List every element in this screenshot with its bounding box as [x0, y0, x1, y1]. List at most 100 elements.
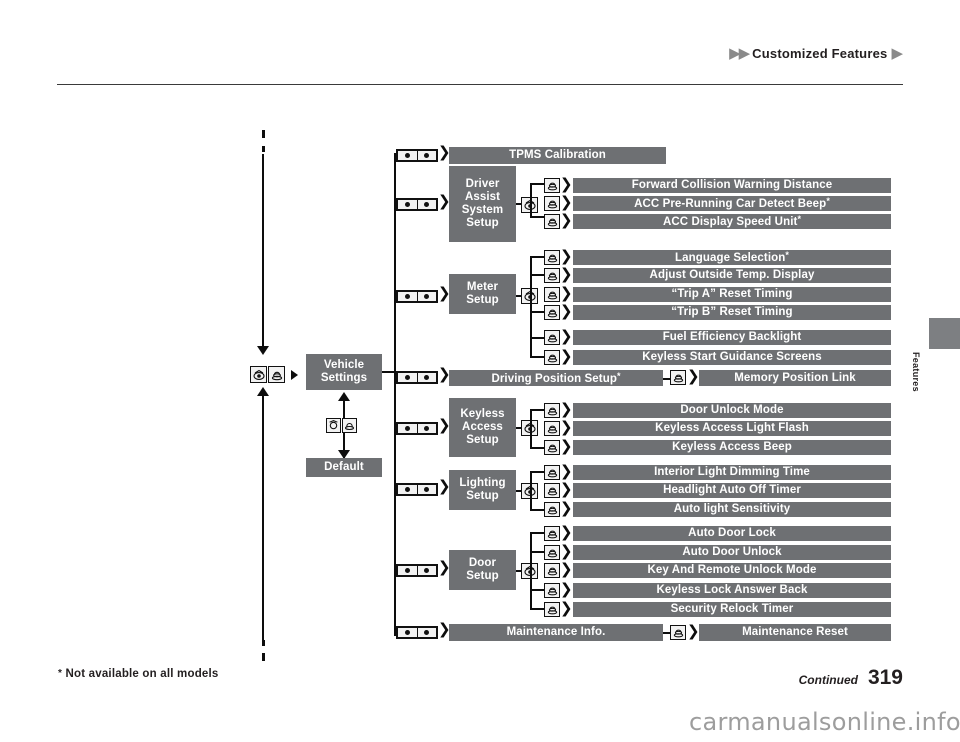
node-driver-assist-line2: Assist: [464, 191, 501, 204]
node-default[interactable]: Default: [306, 458, 382, 477]
chevron-right-icon-dr4: ❯: [560, 580, 573, 598]
enter-button-icon-ka2[interactable]: [544, 421, 560, 436]
spine-dash-top: [262, 130, 265, 138]
node-forward-collision-warning-distance[interactable]: Forward Collision Warning Distance: [573, 178, 891, 193]
chevron-right-icon-da2: ❯: [560, 193, 573, 211]
node-auto-door-unlock[interactable]: Auto Door Unlock: [573, 545, 891, 560]
dr-bracket-vline: [530, 532, 532, 610]
spine-dash-top2: [262, 146, 265, 152]
default-control-icons[interactable]: [326, 418, 357, 433]
enter-button-icon-dr1[interactable]: [544, 526, 560, 541]
rocker-selector-icon-door[interactable]: [396, 564, 438, 577]
chevron-right-icon-m2: ❯: [560, 265, 573, 283]
node-tpms-calibration[interactable]: TPMS Calibration: [449, 147, 666, 164]
dial-knob-icon[interactable]: [250, 366, 267, 383]
label-forward-collision-warning-distance: Forward Collision Warning Distance: [631, 179, 833, 192]
enter-button-icon-dr3[interactable]: [544, 563, 560, 578]
enter-button-icon-m5[interactable]: [544, 330, 560, 345]
node-lighting-setup-line1: Lighting: [459, 477, 506, 490]
node-keyless-start-guidance-screens[interactable]: Keyless Start Guidance Screens: [573, 350, 891, 365]
label-adjust-outside-temp-display: Adjust Outside Temp. Display: [649, 269, 815, 282]
dr-bracket-h4: [530, 589, 544, 591]
manual-page: ▶▶ Customized Features ▶ Features Vehicl…: [0, 0, 960, 742]
rocker-selector-icon-maintenance[interactable]: [396, 626, 438, 639]
enter-button-icon-mi1[interactable]: [670, 625, 686, 640]
node-language-selection[interactable]: Language Selection*: [573, 250, 891, 265]
label-maintenance-reset: Maintenance Reset: [742, 626, 848, 639]
label-memory-position-link: Memory Position Link: [734, 371, 856, 384]
node-auto-door-lock[interactable]: Auto Door Lock: [573, 526, 891, 541]
node-trip-b-reset-timing[interactable]: “Trip B” Reset Timing: [573, 305, 891, 320]
node-maintenance-info[interactable]: Maintenance Info.: [449, 624, 663, 641]
rocker-selector-icon-lighting[interactable]: [396, 483, 438, 496]
node-keyless-access-setup[interactable]: Keyless Access Setup: [449, 398, 516, 457]
continued-label: Continued: [798, 673, 858, 687]
enter-button-icon-lt1[interactable]: [544, 465, 560, 480]
node-acc-pre-running-car-detect-beep[interactable]: ACC Pre-Running Car Detect Beep*: [573, 196, 891, 211]
label-fuel-efficiency-backlight: Fuel Efficiency Backlight: [662, 331, 802, 344]
enter-button-icon-m3[interactable]: [544, 287, 560, 302]
enter-button-icon-da2[interactable]: [544, 196, 560, 211]
root-control-icons[interactable]: [250, 366, 285, 383]
node-keyless-lock-answer-back[interactable]: Keyless Lock Answer Back: [573, 583, 891, 598]
label-auto-door-lock: Auto Door Lock: [688, 527, 776, 540]
enter-button-icon-da3[interactable]: [544, 214, 560, 229]
spine-arrow-up: [257, 387, 269, 396]
node-security-relock-timer[interactable]: Security Relock Timer: [573, 602, 891, 617]
node-driver-assist-system-setup[interactable]: Driver Assist System Setup: [449, 166, 516, 242]
node-driving-position-setup[interactable]: Driving Position Setup*: [449, 370, 663, 386]
node-keyless-access-beep[interactable]: Keyless Access Beep: [573, 440, 891, 455]
enter-button-icon-m6[interactable]: [544, 350, 560, 365]
node-door-setup[interactable]: Door Setup: [449, 550, 516, 590]
enter-button-icon-dp1[interactable]: [670, 370, 686, 385]
left-button-icon[interactable]: [326, 418, 341, 433]
enter-button-icon-dr2[interactable]: [544, 545, 560, 560]
lt-bracket-h3: [530, 509, 544, 511]
node-meter-setup-line2: Setup: [466, 294, 499, 306]
node-key-and-remote-unlock-mode[interactable]: Key And Remote Unlock Mode: [573, 563, 891, 578]
node-vehicle-settings-line2: Settings: [320, 372, 368, 384]
chevron-right-icon-dr3: ❯: [560, 560, 573, 578]
label-keyless-start-guidance-screens: Keyless Start Guidance Screens: [642, 351, 822, 364]
node-auto-light-sensitivity[interactable]: Auto light Sensitivity: [573, 502, 891, 517]
right-button-icon[interactable]: [342, 418, 357, 433]
enter-button-icon-dr4[interactable]: [544, 583, 560, 598]
enter-button-icon-dr5[interactable]: [544, 602, 560, 617]
rocker-selector-icon-driver-assist[interactable]: [396, 198, 438, 211]
rocker-selector-icon-driving-position[interactable]: [396, 371, 438, 384]
node-adjust-outside-temp-display[interactable]: Adjust Outside Temp. Display: [573, 268, 891, 283]
footnote: * Not available on all models: [58, 668, 219, 680]
node-fuel-efficiency-backlight[interactable]: Fuel Efficiency Backlight: [573, 330, 891, 345]
node-door-unlock-mode[interactable]: Door Unlock Mode: [573, 403, 891, 418]
chevron-right-icon-m3: ❯: [560, 284, 573, 302]
enter-button-icon-ka1[interactable]: [544, 403, 560, 418]
rocker-selector-icon-tpms[interactable]: [396, 149, 438, 162]
node-maintenance-reset[interactable]: Maintenance Reset: [699, 624, 891, 641]
node-memory-position-link[interactable]: Memory Position Link: [699, 370, 891, 386]
rocker-selector-icon-meter[interactable]: [396, 290, 438, 303]
chevron-right-icon-m6: ❯: [560, 347, 573, 365]
meter-bracket-h6: [530, 356, 544, 358]
enter-button-icon-lt2[interactable]: [544, 483, 560, 498]
chevron-right-icon-dr5: ❯: [560, 599, 573, 617]
enter-button-icon-m4[interactable]: [544, 305, 560, 320]
chevron-right-icon-ka2: ❯: [560, 418, 573, 436]
enter-button-icon-ka3[interactable]: [544, 440, 560, 455]
enter-button-icon[interactable]: [268, 366, 285, 383]
enter-button-icon-da1[interactable]: [544, 178, 560, 193]
rocker-selector-icon-keyless-access[interactable]: [396, 422, 438, 435]
node-keyless-access-light-flash[interactable]: Keyless Access Light Flash: [573, 421, 891, 436]
label-key-and-remote-unlock-mode: Key And Remote Unlock Mode: [647, 564, 817, 577]
enter-button-icon-lt3[interactable]: [544, 502, 560, 517]
node-meter-setup[interactable]: Meter Setup: [449, 274, 516, 314]
node-lighting-setup[interactable]: Lighting Setup: [449, 470, 516, 510]
enter-button-icon-m2[interactable]: [544, 268, 560, 283]
enter-button-icon-m1[interactable]: [544, 250, 560, 265]
node-keyless-access-line2: Access: [462, 421, 503, 434]
customized-features-flow-diagram: Vehicle Settings Default ❯ TPMS Calibrat…: [0, 0, 960, 742]
node-trip-a-reset-timing[interactable]: “Trip A” Reset Timing: [573, 287, 891, 302]
node-acc-display-speed-unit[interactable]: ACC Display Speed Unit*: [573, 214, 891, 229]
node-vehicle-settings[interactable]: Vehicle Settings: [306, 354, 382, 390]
node-headlight-auto-off-timer[interactable]: Headlight Auto Off Timer: [573, 483, 891, 498]
node-interior-light-dimming-time[interactable]: Interior Light Dimming Time: [573, 465, 891, 480]
